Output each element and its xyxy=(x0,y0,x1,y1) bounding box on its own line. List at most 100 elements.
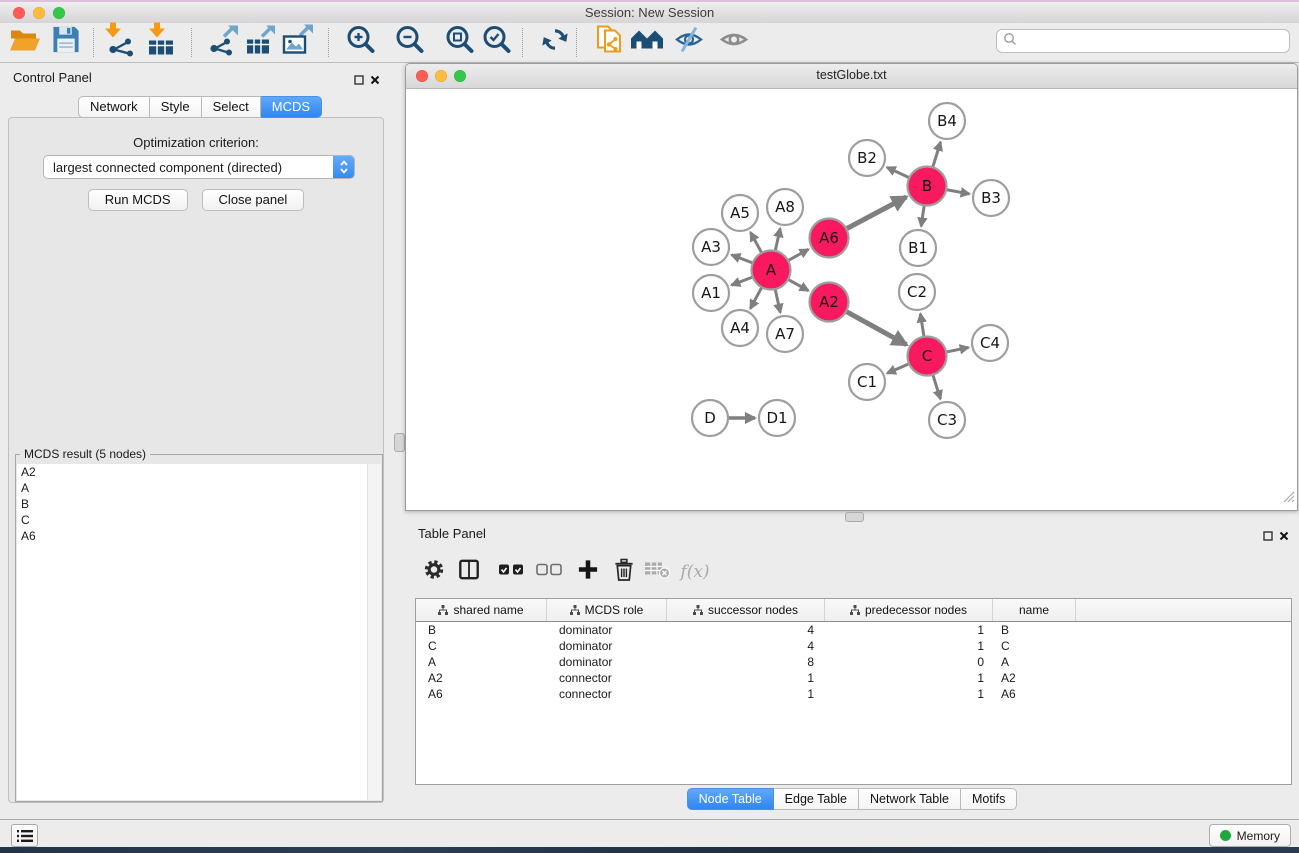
cell-shared-name[interactable]: C xyxy=(416,639,547,653)
network-edge-A2-C[interactable] xyxy=(846,311,906,344)
cell-mcds-role[interactable]: dominator xyxy=(547,655,667,669)
import-network-icon[interactable] xyxy=(105,23,135,62)
network-edge-B-B1[interactable] xyxy=(921,205,924,226)
criterion-dropdown[interactable]: largest connected component (directed) xyxy=(43,155,355,179)
zoom-in-icon[interactable] xyxy=(346,24,377,60)
network-node-A8[interactable]: A8 xyxy=(767,189,803,225)
column-header-predecessor-nodes[interactable]: predecessor nodes xyxy=(825,599,993,621)
tab-mcds[interactable]: MCDS xyxy=(261,96,322,118)
deselect-all-icon[interactable] xyxy=(536,563,562,582)
tab-select[interactable]: Select xyxy=(202,96,261,118)
close-panel-icon[interactable] xyxy=(370,72,380,90)
list-item[interactable]: A xyxy=(17,480,381,496)
add-column-icon[interactable] xyxy=(578,560,598,585)
zoom-out-icon[interactable] xyxy=(395,24,426,60)
network-node-A5[interactable]: A5 xyxy=(722,195,758,231)
task-history-button[interactable] xyxy=(11,824,38,847)
export-network-icon[interactable] xyxy=(208,24,240,61)
zoom-selected-icon[interactable] xyxy=(482,24,513,60)
cell-name[interactable]: A6 xyxy=(993,687,1076,701)
column-header-mcds-role[interactable]: MCDS role xyxy=(547,599,667,621)
network-node-C[interactable]: C xyxy=(908,337,947,376)
cell-mcds-role[interactable]: connector xyxy=(547,671,667,685)
delete-table-icon[interactable] xyxy=(644,560,670,585)
first-neighbors-icon[interactable] xyxy=(630,27,664,58)
table-row[interactable]: A dominator 8 0 A xyxy=(416,654,1291,670)
tab-motifs[interactable]: Motifs xyxy=(961,788,1017,810)
network-node-B1[interactable]: B1 xyxy=(900,230,936,266)
network-node-A7[interactable]: A7 xyxy=(767,316,803,352)
run-mcds-button[interactable]: Run MCDS xyxy=(88,189,188,211)
network-edge-C-C3[interactable] xyxy=(933,375,941,399)
list-item[interactable]: C xyxy=(17,512,381,528)
cell-predecessors[interactable]: 1 xyxy=(825,639,993,653)
mcds-result-list[interactable]: A2 A B C A6 xyxy=(17,464,381,800)
vertical-splitter-handle[interactable] xyxy=(394,433,405,452)
float-panel-icon[interactable] xyxy=(354,72,364,90)
close-panel-button[interactable]: Close panel xyxy=(202,189,305,211)
network-edge-A-A3[interactable] xyxy=(732,255,753,263)
network-edge-A6-B[interactable] xyxy=(846,197,906,229)
table-row[interactable]: C dominator 4 1 C xyxy=(416,638,1291,654)
cell-shared-name[interactable]: B xyxy=(416,623,547,637)
scrollbar[interactable] xyxy=(367,464,381,800)
column-header-successor-nodes[interactable]: successor nodes xyxy=(667,599,825,621)
network-edge-A-A2[interactable] xyxy=(788,279,808,290)
cell-predecessors[interactable]: 1 xyxy=(825,671,993,685)
tab-network[interactable]: Network xyxy=(78,96,150,118)
network-edge-A-A1[interactable] xyxy=(732,277,753,285)
cell-name[interactable]: C xyxy=(993,639,1076,653)
network-node-C4[interactable]: C4 xyxy=(972,325,1008,361)
cell-name[interactable]: A xyxy=(993,655,1076,669)
column-header-shared-name[interactable]: shared name xyxy=(416,599,547,621)
network-edge-B-B3[interactable] xyxy=(946,190,969,194)
cell-predecessors[interactable]: 0 xyxy=(825,655,993,669)
tab-node-table[interactable]: Node Table xyxy=(687,788,774,810)
network-edge-C-C1[interactable] xyxy=(887,364,909,373)
network-node-B4[interactable]: B4 xyxy=(929,103,965,139)
network-node-D1[interactable]: D1 xyxy=(759,400,795,436)
delete-column-trash-icon[interactable] xyxy=(614,557,635,587)
float-panel-icon[interactable] xyxy=(1263,528,1273,546)
select-all-icon[interactable] xyxy=(498,563,524,582)
network-node-B2[interactable]: B2 xyxy=(849,140,885,176)
network-canvas[interactable]: AA1A2A3A4A5A6A7A8BB1B2B3B4CC1C2C3C4DD1 xyxy=(406,89,1297,510)
save-session-icon[interactable] xyxy=(52,25,81,59)
table-settings-gear-icon[interactable] xyxy=(423,558,446,586)
import-table-icon[interactable] xyxy=(145,23,175,62)
network-node-B[interactable]: B xyxy=(908,167,947,206)
cell-name[interactable]: B xyxy=(993,623,1076,637)
function-builder-icon[interactable]: f(x) xyxy=(680,562,709,582)
tab-network-table[interactable]: Network Table xyxy=(859,788,961,810)
network-node-A[interactable]: A xyxy=(752,251,791,290)
cell-mcds-role[interactable]: dominator xyxy=(547,639,667,653)
cell-predecessors[interactable]: 1 xyxy=(825,623,993,637)
network-edge-B-B4[interactable] xyxy=(933,142,941,167)
network-edge-C-C4[interactable] xyxy=(946,347,968,352)
cell-mcds-role[interactable]: connector xyxy=(547,687,667,701)
network-node-C2[interactable]: C2 xyxy=(899,274,935,310)
cell-successors[interactable]: 8 xyxy=(667,655,825,669)
memory-button[interactable]: Memory xyxy=(1209,824,1291,847)
column-header-name[interactable]: name xyxy=(993,599,1076,621)
open-session-icon[interactable] xyxy=(9,25,41,60)
list-item[interactable]: A2 xyxy=(17,464,381,480)
cell-mcds-role[interactable]: dominator xyxy=(547,623,667,637)
network-frame-titlebar[interactable]: testGlobe.txt xyxy=(406,64,1297,89)
close-panel-icon[interactable] xyxy=(1279,528,1289,546)
network-node-C3[interactable]: C3 xyxy=(929,402,965,438)
network-edge-B-B2[interactable] xyxy=(887,167,909,177)
table-row[interactable]: A2 connector 1 1 A2 xyxy=(416,670,1291,686)
network-edge-A-A5[interactable] xyxy=(751,232,762,253)
list-item[interactable]: A6 xyxy=(17,528,381,544)
cell-predecessors[interactable]: 1 xyxy=(825,687,993,701)
network-node-A6[interactable]: A6 xyxy=(810,219,849,258)
network-node-B3[interactable]: B3 xyxy=(973,180,1009,216)
network-edge-A-A7[interactable] xyxy=(775,289,780,312)
cell-successors[interactable]: 4 xyxy=(667,639,825,653)
table-row[interactable]: B dominator 4 1 B xyxy=(416,622,1291,638)
refresh-layout-icon[interactable] xyxy=(540,25,570,60)
list-item[interactable]: B xyxy=(17,496,381,512)
search-input[interactable] xyxy=(1022,33,1283,49)
network-edge-A-A6[interactable] xyxy=(788,249,808,260)
